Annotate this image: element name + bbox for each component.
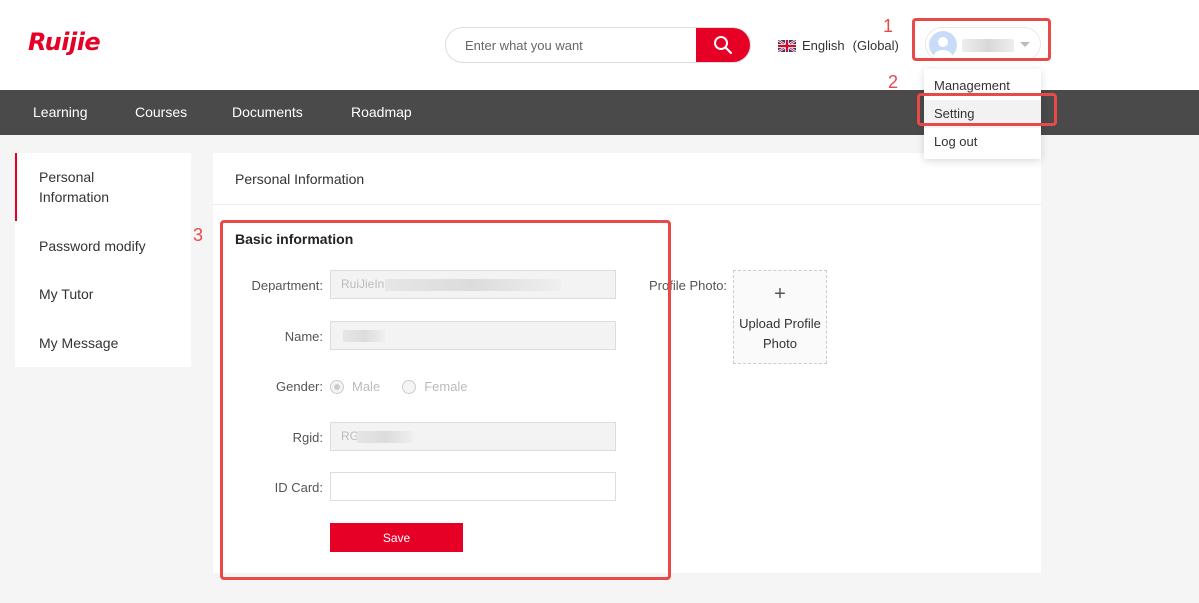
chevron-down-icon [1020, 42, 1030, 47]
upload-photo-button[interactable]: + Upload Profile Photo [733, 270, 827, 364]
menu-item-management[interactable]: Management [924, 72, 1041, 100]
redacted-text [357, 431, 413, 443]
annotation-number-1: 1 [883, 16, 894, 36]
sidebar-item-password-modify[interactable]: Password modify [15, 236, 191, 256]
plus-icon: + [774, 283, 786, 305]
idcard-input[interactable] [330, 472, 616, 501]
ruijie-logo[interactable]: Ruijie [28, 28, 101, 56]
page-title: Personal Information [235, 171, 365, 187]
department-value: RuiJieIn [341, 277, 385, 291]
gender-male-radio[interactable] [330, 379, 344, 394]
language-label: English [802, 38, 845, 53]
nav-item-learning[interactable]: Learning [33, 90, 88, 135]
uk-flag-icon [778, 39, 796, 52]
annotation-number-3: 3 [193, 225, 204, 245]
avatar [929, 31, 957, 59]
search-icon [714, 36, 733, 55]
gender-male-label: Male [352, 379, 381, 394]
menu-item-setting[interactable]: Setting [924, 100, 1041, 128]
idcard-label: ID Card: [274, 480, 323, 495]
name-label: Name: [284, 329, 323, 344]
department-field: RuiJieIn [330, 270, 616, 299]
sidebar-item-my-message[interactable]: My Message [15, 333, 191, 353]
nav-item-documents[interactable]: Documents [232, 90, 303, 135]
sidebar-item-my-tutor[interactable]: My Tutor [15, 284, 191, 304]
department-label: Department: [251, 278, 323, 293]
save-button[interactable]: Save [330, 523, 463, 552]
search-button[interactable] [696, 28, 750, 62]
redacted-text [343, 330, 385, 342]
nav-item-roadmap[interactable]: Roadmap [351, 90, 412, 135]
rgid-field: RG [330, 422, 616, 451]
blurred-username [962, 39, 1014, 52]
search-input[interactable] [446, 28, 698, 62]
settings-sidebar: Personal Information Password modify My … [15, 153, 191, 367]
user-menu-trigger[interactable] [925, 27, 1041, 61]
gender-label: Gender: [276, 379, 323, 394]
gender-radio-group: Male Female [330, 379, 490, 394]
region-label: (Global) [852, 38, 899, 53]
annotation-number-2: 2 [888, 72, 899, 92]
user-icon [934, 37, 952, 59]
personal-info-panel: Personal Information Basic information D… [213, 153, 1041, 573]
gender-female-label: Female [424, 379, 468, 394]
user-dropdown-menu: Management Setting Log out [924, 69, 1041, 159]
section-title: Basic information [235, 231, 354, 247]
gender-female-radio[interactable] [402, 379, 417, 394]
redacted-text [385, 279, 561, 291]
nav-item-courses[interactable]: Courses [135, 90, 187, 135]
rgid-label: Rgid: [292, 430, 323, 445]
search-box [445, 27, 751, 63]
language-selector[interactable]: English (Global) [778, 38, 899, 53]
profile-photo-label: Profile Photo: [649, 278, 728, 293]
name-field [330, 321, 616, 350]
sidebar-item-label: Personal Information [39, 169, 110, 205]
divider [213, 204, 1041, 205]
upload-photo-label: Upload Profile Photo [739, 316, 821, 351]
menu-item-logout[interactable]: Log out [924, 128, 1041, 156]
sidebar-item-personal-information[interactable]: Personal Information [15, 153, 191, 221]
